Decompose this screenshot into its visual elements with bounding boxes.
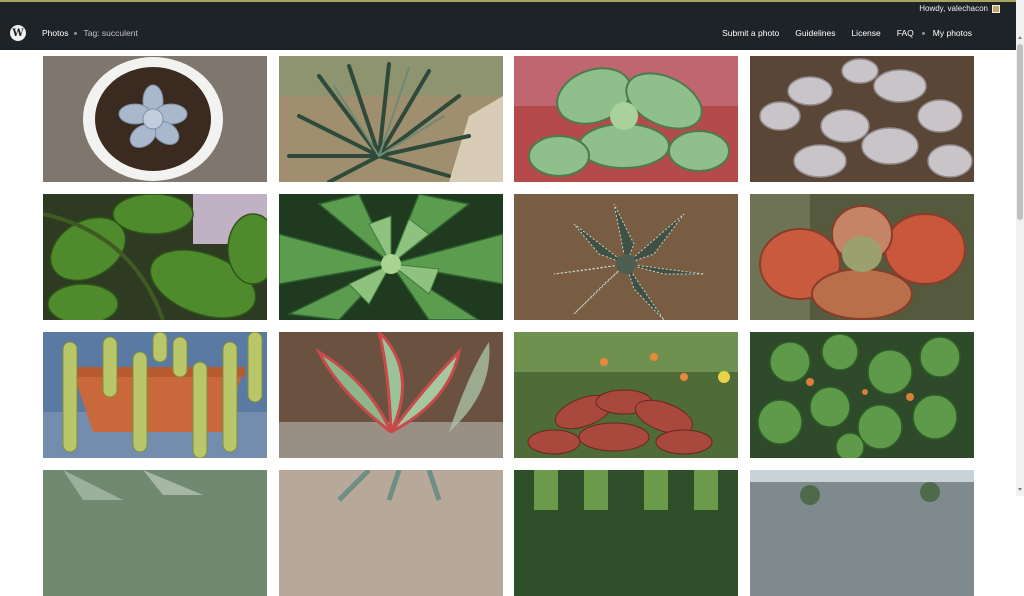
- nav-guidelines[interactable]: Guidelines: [795, 28, 835, 38]
- photo-tile[interactable]: [278, 332, 503, 458]
- site-header: W Photos Tag: succulent Submit a photo G…: [0, 16, 1016, 50]
- photo-partial-green[interactable]: [43, 470, 267, 596]
- photo-echeveria-in-white-pot[interactable]: [43, 56, 267, 182]
- photo-tile[interactable]: [278, 194, 503, 320]
- photo-red-paddle-plant[interactable]: [749, 194, 974, 320]
- scrollbar-thumb[interactable]: [1017, 44, 1023, 220]
- photo-partial-grey[interactable]: [278, 470, 503, 596]
- nav-faq[interactable]: FAQ: [897, 28, 914, 38]
- nav-submit-photo[interactable]: Submit a photo: [722, 28, 779, 38]
- photo-tile[interactable]: [514, 332, 738, 458]
- photo-tile[interactable]: [43, 56, 267, 182]
- photo-pink-edged-succulent[interactable]: [278, 332, 503, 458]
- photo-tile[interactable]: [514, 56, 738, 182]
- photo-grid: [43, 56, 974, 596]
- photo-jade-plant-leaves[interactable]: [43, 194, 267, 320]
- photo-crassula-round-leaves[interactable]: [749, 332, 974, 458]
- photo-tile[interactable]: [278, 470, 503, 596]
- main-nav: Submit a photo Guidelines License FAQ My…: [706, 28, 972, 38]
- photo-tile[interactable]: [278, 56, 503, 182]
- breadcrumb-current: Tag: succulent: [83, 28, 138, 38]
- breadcrumb-separator: [74, 31, 78, 35]
- photo-agave-spiky[interactable]: [278, 56, 503, 182]
- photo-tile[interactable]: [749, 56, 974, 182]
- admin-bar: Howdy, valechacon: [0, 2, 1016, 16]
- photo-tile[interactable]: [43, 194, 267, 320]
- photo-tile[interactable]: [514, 470, 738, 596]
- breadcrumb-photos-link[interactable]: Photos: [42, 28, 68, 38]
- breadcrumb: Photos Tag: succulent: [42, 28, 138, 38]
- photo-tile[interactable]: [43, 470, 267, 596]
- photo-tile[interactable]: [514, 194, 738, 320]
- photo-tile[interactable]: [749, 470, 974, 596]
- photo-red-crassula-garden[interactable]: [514, 332, 738, 458]
- photo-striped-haworthia[interactable]: [514, 194, 738, 320]
- avatar[interactable]: [992, 4, 1000, 13]
- scroll-down-icon[interactable]: [1018, 488, 1022, 491]
- scroll-up-icon[interactable]: [1018, 36, 1022, 39]
- greeting-text[interactable]: Howdy, valechacon: [919, 4, 988, 13]
- photo-tile[interactable]: [749, 194, 974, 320]
- nav-license[interactable]: License: [851, 28, 880, 38]
- photo-kalanchoe-scalloped[interactable]: [514, 56, 738, 182]
- photo-ghost-plant-rosettes[interactable]: [749, 56, 974, 182]
- photo-burros-tail-hanging[interactable]: [43, 332, 267, 458]
- nav-separator: [921, 31, 925, 35]
- wordpress-logo-icon[interactable]: W: [10, 25, 26, 41]
- photo-partial-green-leaves[interactable]: [514, 470, 738, 596]
- nav-my-photos[interactable]: My photos: [933, 28, 972, 38]
- photo-tile[interactable]: [43, 332, 267, 458]
- page-scrollbar[interactable]: [1016, 0, 1024, 496]
- photo-partial-greenhouse[interactable]: [749, 470, 974, 596]
- photo-tile[interactable]: [749, 332, 974, 458]
- photo-green-echeveria[interactable]: [278, 194, 503, 320]
- user-greeting[interactable]: Howdy, valechacon: [919, 4, 1000, 13]
